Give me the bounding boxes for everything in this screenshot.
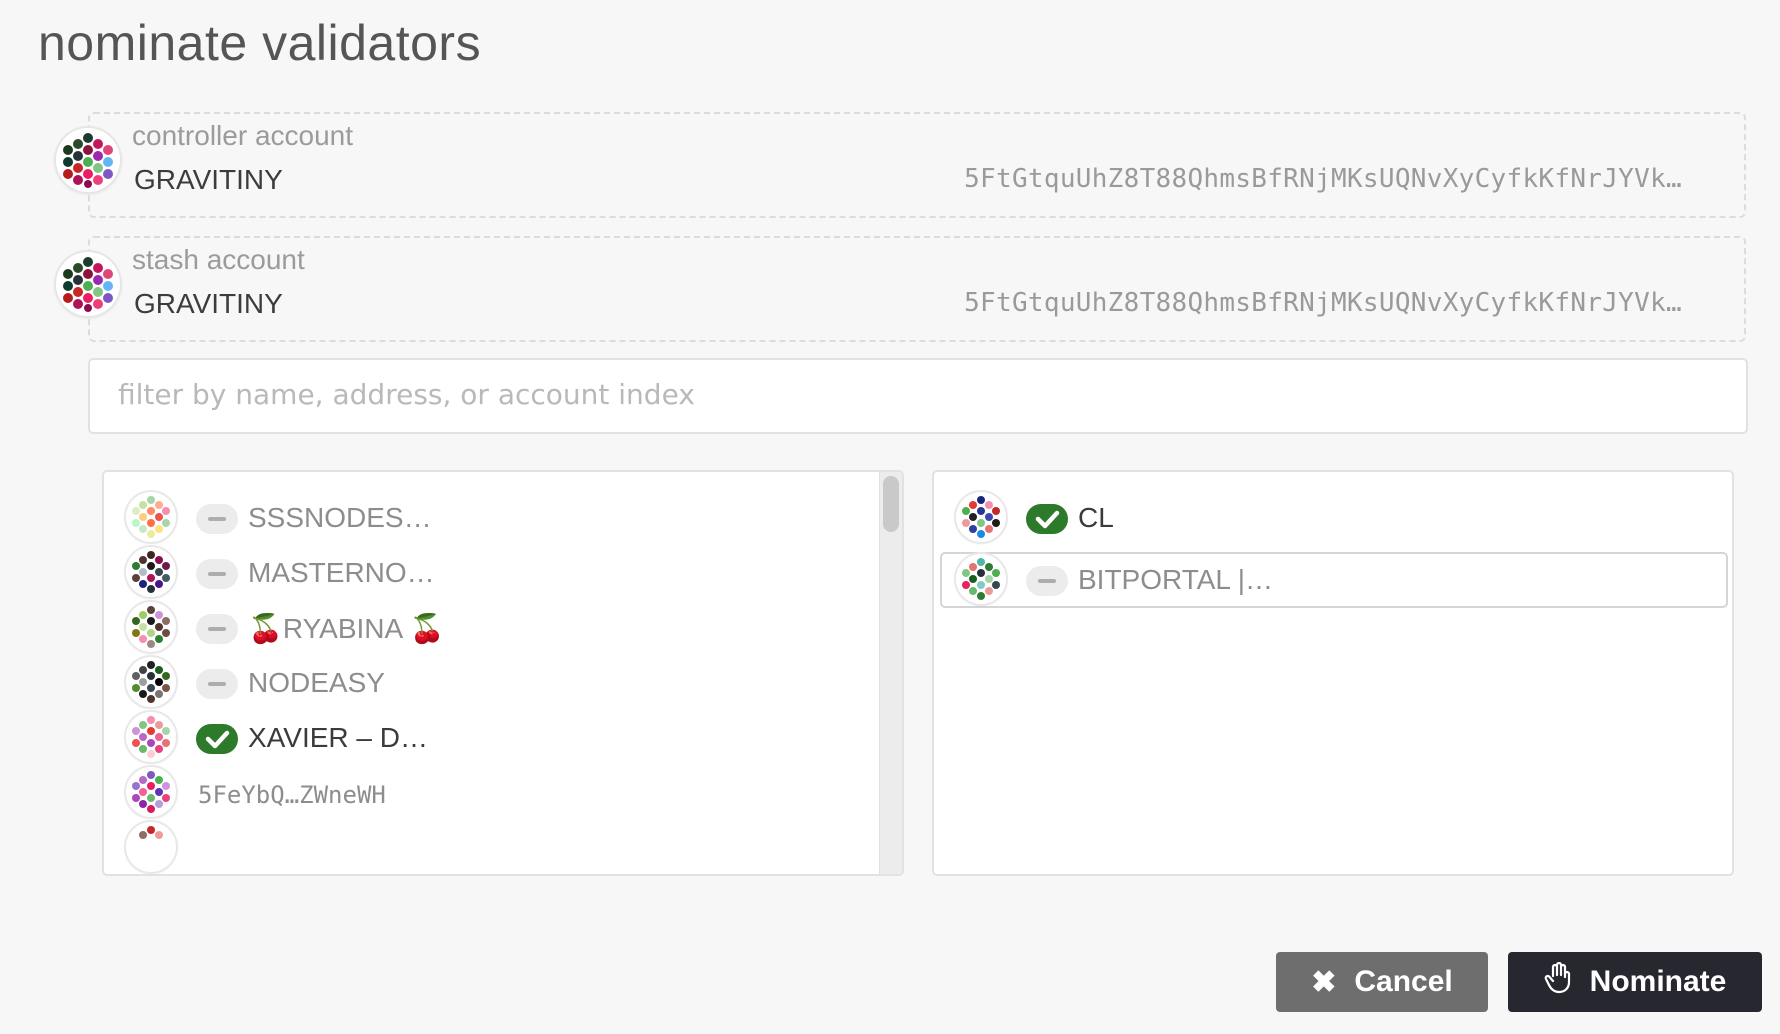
selected-validators-list[interactable]: CL BITPORTAL |… <box>932 470 1734 876</box>
cancel-button-label: Cancel <box>1354 965 1453 998</box>
validator-name: XAVIER – D… <box>248 722 428 753</box>
toggle-nominate[interactable] <box>196 504 238 534</box>
list-item[interactable]: NODEASY <box>104 657 902 713</box>
stash-account-label: stash account <box>132 244 305 275</box>
controller-account-box[interactable]: controller account GRAVITINY 5FtGtquUhZ8… <box>88 112 1746 218</box>
toggle-nominate[interactable] <box>1026 504 1068 534</box>
toggle-nominate[interactable] <box>196 669 238 699</box>
controller-account-address: 5FtGtquUhZ8T88QhmsBfRNjMKsUQNvXyCyfkKfNr… <box>964 164 1682 194</box>
identicon <box>126 602 176 652</box>
list-item[interactable]: 🍒RYABINA 🍒 <box>104 602 902 658</box>
minus-icon <box>208 572 226 576</box>
minus-icon <box>208 627 226 631</box>
hand-icon <box>1544 961 1572 1002</box>
minus-icon <box>208 517 226 521</box>
stash-identicon <box>56 252 120 316</box>
minus-icon <box>1038 579 1056 583</box>
validator-name: BITPORTAL |… <box>1078 564 1274 595</box>
close-icon: ✖ <box>1311 965 1337 999</box>
list-item[interactable]: 5FeYbQ…ZWneWH <box>104 767 902 823</box>
available-validators-list[interactable]: SSSNODES… MASTERNO… 🍒RYABINA 🍒 NODEASY X… <box>102 470 904 876</box>
cancel-button[interactable]: ✖ Cancel <box>1276 952 1488 1012</box>
controller-account-name: GRAVITINY <box>134 164 283 195</box>
toggle-nominate[interactable] <box>196 614 238 644</box>
list-item[interactable]: SSSNODES… <box>104 492 902 548</box>
identicon <box>126 712 176 762</box>
identicon <box>126 492 176 542</box>
toggle-nominate[interactable] <box>1026 566 1068 596</box>
page-title: nominate validators <box>38 15 482 71</box>
validator-name: 🍒RYABINA 🍒 <box>248 613 445 644</box>
validator-address: 5FeYbQ…ZWneWH <box>198 781 386 809</box>
list-item[interactable]: MASTERNO… <box>104 547 902 603</box>
toggle-nominate[interactable] <box>196 559 238 589</box>
check-icon <box>1035 510 1060 529</box>
identicon <box>956 492 1006 542</box>
list-item[interactable]: XAVIER – D… <box>104 712 902 768</box>
stash-account-name: GRAVITINY <box>134 288 283 319</box>
identicon <box>126 657 176 707</box>
validator-name: SSSNODES… <box>248 502 432 533</box>
list-item[interactable]: BITPORTAL |… <box>934 554 1718 610</box>
scrollbar[interactable] <box>879 472 902 874</box>
identicon <box>126 767 176 817</box>
filter-input[interactable]: filter by name, address, or account inde… <box>88 358 1748 434</box>
controller-identicon <box>56 128 120 192</box>
validator-name: NODEASY <box>248 667 385 698</box>
nominate-button-label: Nominate <box>1589 965 1727 998</box>
controller-account-label: controller account <box>132 120 354 151</box>
validator-name: MASTERNO… <box>248 557 435 588</box>
list-item-highlighted[interactable]: BITPORTAL |… <box>940 552 1728 608</box>
minus-icon <box>208 682 226 686</box>
list-item[interactable]: CL <box>934 492 1732 548</box>
toggle-nominate[interactable] <box>196 724 238 754</box>
validator-name: CL <box>1078 502 1114 533</box>
identicon <box>126 547 176 597</box>
check-icon <box>205 730 230 749</box>
identicon <box>126 822 176 872</box>
nominate-button[interactable]: Nominate <box>1508 952 1762 1012</box>
filter-placeholder: filter by name, address, or account inde… <box>118 378 695 411</box>
identicon <box>956 554 1006 604</box>
scrollbar-thumb[interactable] <box>883 476 899 532</box>
stash-account-box[interactable]: stash account GRAVITINY 5FtGtquUhZ8T88Qh… <box>88 236 1746 342</box>
list-item[interactable] <box>104 822 902 874</box>
stash-account-address: 5FtGtquUhZ8T88QhmsBfRNjMKsUQNvXyCyfkKfNr… <box>964 288 1682 318</box>
